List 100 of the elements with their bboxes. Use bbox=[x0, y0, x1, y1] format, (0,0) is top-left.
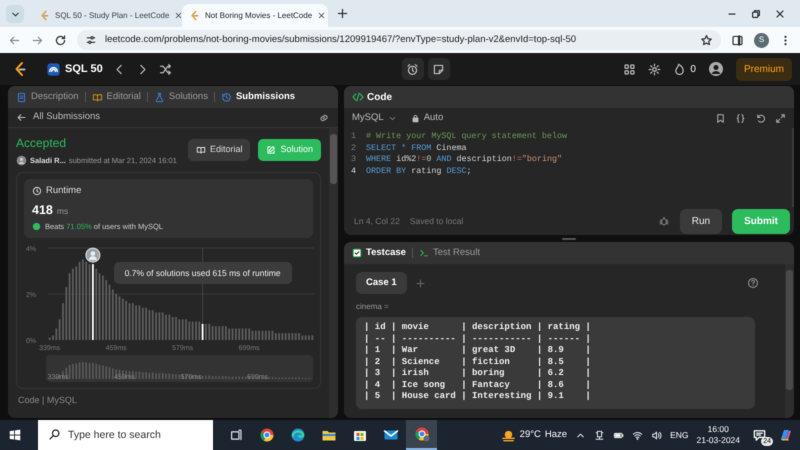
avatar-icon[interactable] bbox=[708, 61, 724, 77]
weather-condition: Haze bbox=[544, 428, 568, 442]
settings-icon[interactable] bbox=[648, 62, 662, 76]
copilot-icon[interactable] bbox=[778, 427, 794, 443]
reload-icon[interactable] bbox=[54, 34, 67, 46]
add-case-icon[interactable] bbox=[414, 278, 426, 289]
restore-icon[interactable] bbox=[750, 8, 762, 20]
study-plan-icon[interactable] bbox=[46, 62, 61, 76]
line-number: 1 bbox=[350, 131, 357, 142]
history-icon bbox=[220, 92, 232, 102]
side-panel-icon[interactable] bbox=[731, 34, 744, 46]
shuffle-icon[interactable] bbox=[158, 62, 172, 76]
book-icon bbox=[196, 145, 206, 156]
taskbar-app-button[interactable] bbox=[406, 420, 437, 450]
line-number: 3 bbox=[350, 154, 357, 166]
weather-widget[interactable]: 29°C Haze bbox=[500, 428, 568, 442]
editorial-button[interactable]: Editorial bbox=[188, 139, 250, 161]
code-editor[interactable]: 1 # Write your MySQL query statement below 2 SELECT * FROM Cinema 3 WHERE id%2!=0 AND description!="boring" 4 ORDER BY rating DESC; bbox=[344, 128, 794, 207]
site-settings-icon[interactable] bbox=[85, 34, 97, 46]
run-button[interactable]: Run bbox=[680, 208, 722, 234]
taskbar-search-field[interactable]: Type here to search bbox=[38, 420, 213, 450]
bookmark-star-icon[interactable] bbox=[700, 34, 713, 46]
help-icon[interactable] bbox=[747, 277, 759, 290]
scrollbar[interactable] bbox=[785, 264, 794, 418]
link-icon[interactable] bbox=[318, 112, 330, 124]
notes-button[interactable] bbox=[428, 58, 450, 80]
tab-search-button[interactable] bbox=[6, 5, 24, 23]
search-icon bbox=[48, 428, 61, 441]
forward-icon[interactable] bbox=[31, 34, 44, 46]
table-row-text: | 4 | Ice song | Fantacy | 8.6 | bbox=[364, 380, 592, 392]
panel-tab[interactable]: Description bbox=[16, 90, 79, 104]
parameter-label: cinema = bbox=[356, 301, 390, 314]
site-logo-icon bbox=[39, 10, 50, 21]
bookmark-icon[interactable] bbox=[715, 112, 726, 124]
study-plan-title[interactable]: SQL 50 bbox=[65, 60, 103, 78]
code-icon bbox=[352, 91, 364, 103]
all-submissions-link[interactable]: All Submissions bbox=[33, 110, 312, 125]
network-icon[interactable] bbox=[594, 430, 606, 440]
user-avatar-marker-icon bbox=[85, 247, 100, 262]
panel-tab[interactable]: Editorial bbox=[92, 90, 141, 104]
back-icon[interactable] bbox=[8, 34, 21, 46]
panel-tab[interactable]: Testcase bbox=[352, 246, 406, 260]
runtime-title: Runtime bbox=[46, 184, 82, 198]
back-arrow-icon[interactable] bbox=[16, 112, 27, 123]
browser-tab[interactable]: SQL 50 - Study Plan - LeetCode bbox=[32, 4, 178, 27]
panel-tab[interactable]: Submissions bbox=[220, 90, 296, 104]
cursor-position: Ln 4, Col 22 bbox=[354, 214, 400, 228]
lock-icon bbox=[410, 114, 420, 122]
edit-icon bbox=[266, 145, 276, 156]
alarm-clock-icon bbox=[406, 62, 420, 76]
temperature: 29°C bbox=[520, 428, 541, 442]
site-logo-icon bbox=[189, 10, 200, 21]
undo-icon[interactable] bbox=[755, 112, 766, 124]
code-line: SELECT * FROM Cinema bbox=[366, 142, 467, 154]
tooltip: 0.7% of solutions used 615 ms of runtime bbox=[114, 262, 292, 284]
clock-icon bbox=[32, 186, 42, 196]
flask-icon bbox=[154, 92, 165, 102]
checkbox-icon bbox=[352, 248, 362, 258]
code-line: WHERE id%2!=0 AND description!="boring" bbox=[366, 154, 562, 166]
braces-icon[interactable] bbox=[735, 112, 746, 124]
profile-avatar[interactable]: S bbox=[754, 32, 769, 48]
document-icon bbox=[16, 92, 27, 102]
wifi-icon[interactable] bbox=[632, 430, 644, 440]
user-avatar-icon bbox=[16, 155, 27, 166]
auto-complete-toggle[interactable]: Auto bbox=[410, 110, 444, 126]
premium-button[interactable]: Premium bbox=[736, 58, 792, 80]
windows-logo-icon bbox=[8, 428, 22, 442]
language-dropdown[interactable]: MySQL bbox=[352, 110, 397, 126]
save-status: Saved to local bbox=[410, 214, 464, 228]
address-bar[interactable]: leetcode.com/problems/not-boring-movies/submissions/1209919467/?envType=study-plan-v2&envId=top-sql-50 bbox=[77, 30, 721, 50]
panel-tab[interactable]: Solutions bbox=[154, 90, 208, 104]
expand-icon[interactable] bbox=[775, 112, 786, 124]
code-line: ORDER BY rating DESC; bbox=[366, 166, 472, 177]
close-icon[interactable] bbox=[317, 11, 326, 20]
browser-icon bbox=[258, 427, 274, 443]
note-icon bbox=[432, 62, 446, 76]
table-row-text: | 1 | War | great 3D | 8.9 | bbox=[364, 345, 592, 357]
table-row-text: | 3 | irish | boring | 6.2 | bbox=[364, 368, 592, 380]
resize-handle[interactable] bbox=[562, 238, 576, 240]
code-language-label: Code | MySQL bbox=[17, 394, 78, 407]
task-view-icon bbox=[230, 428, 242, 442]
browser-tab[interactable]: Not Boring Movies - LeetCode bbox=[182, 4, 328, 27]
panel-tab[interactable]: Test Result bbox=[418, 246, 480, 260]
table-row-text: | -- | ---------- | ----------- | ------ | bbox=[364, 334, 592, 346]
clock-date: 21-03-2024 bbox=[696, 435, 740, 446]
input-language[interactable]: ENG bbox=[670, 428, 689, 442]
debug-icon[interactable] bbox=[658, 215, 670, 227]
browser-icon bbox=[414, 426, 430, 442]
line-number: 2 bbox=[350, 142, 357, 154]
volume-icon[interactable] bbox=[651, 430, 662, 440]
new-tab-icon[interactable] bbox=[336, 7, 349, 20]
terminal-icon bbox=[418, 248, 429, 258]
close-icon[interactable] bbox=[774, 8, 786, 20]
table-row-text: | id | movie | description | rating | bbox=[364, 322, 592, 334]
grid-icon[interactable] bbox=[623, 62, 636, 76]
panel-title: Code bbox=[367, 90, 392, 104]
scrollbar[interactable] bbox=[329, 128, 338, 418]
timer-button[interactable] bbox=[402, 58, 424, 80]
close-icon[interactable] bbox=[174, 11, 184, 20]
case-tab[interactable]: Case 1 bbox=[356, 272, 407, 294]
